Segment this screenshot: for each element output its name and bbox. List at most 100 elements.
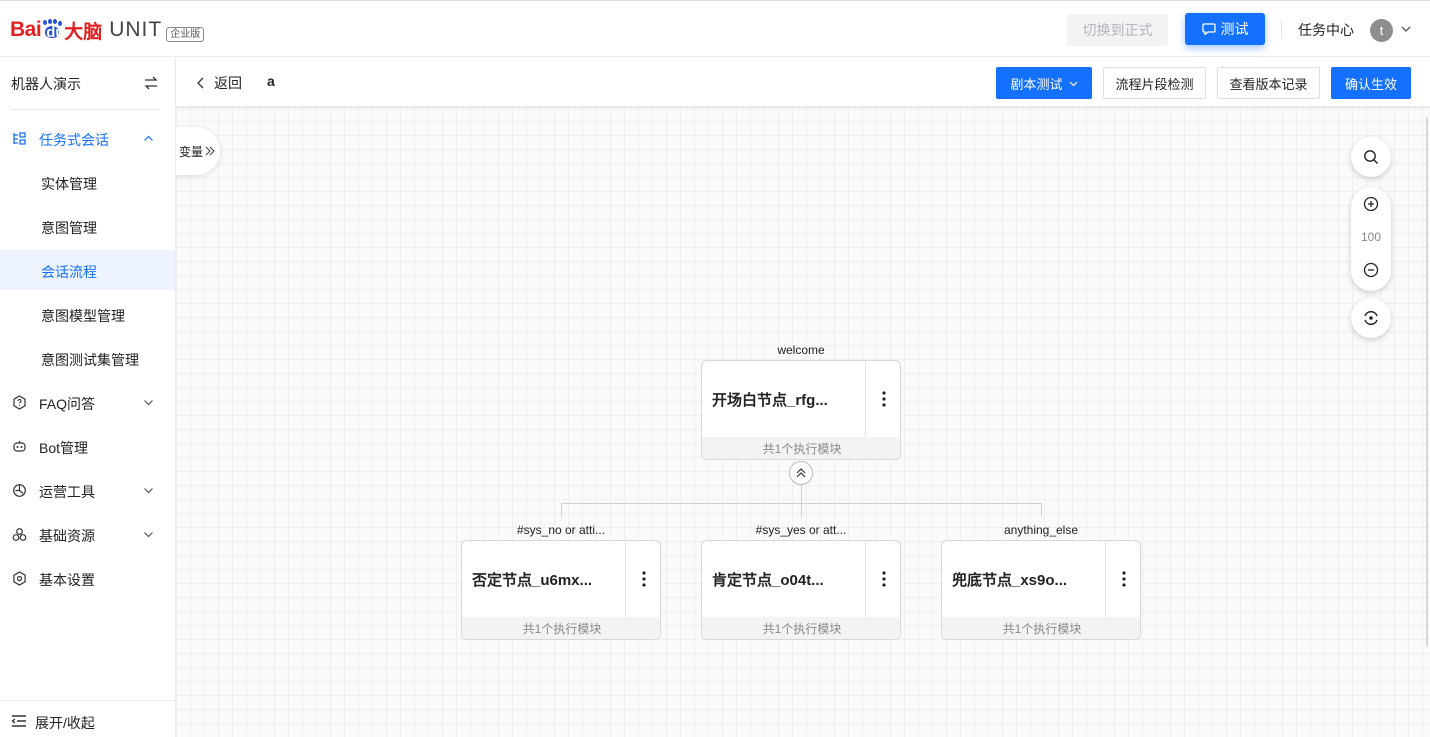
flow-node-positive[interactable]: 肯定节点_o04t... 共1个执行模块 xyxy=(701,540,901,640)
zoom-out-icon[interactable] xyxy=(1363,262,1379,278)
zoom-level: 100 xyxy=(1360,230,1382,244)
reset-view-button[interactable] xyxy=(1351,298,1391,338)
sidebar-item-intent-testset[interactable]: 意图测试集管理 xyxy=(0,338,175,378)
connector-line xyxy=(1041,503,1042,517)
node-footer: 共1个执行模块 xyxy=(942,617,1140,639)
sidebar-item-label: 任务式会话 xyxy=(39,132,109,148)
sidebar-item-label: 基础资源 xyxy=(39,528,95,544)
sidebar-item-settings[interactable]: 基本设置 xyxy=(0,558,175,598)
logo-unit-text: UNIT xyxy=(109,18,163,41)
sidebar-item-operations[interactable]: 运营工具 xyxy=(0,470,175,510)
flow-toolbar: 返回 a 剧本测试 流程片段检测 查看版本记录 确认生效 xyxy=(176,57,1430,107)
sidebar-item-label: FAQ问答 xyxy=(39,396,96,412)
swap-arrows-icon[interactable] xyxy=(144,76,158,90)
script-test-label: 剧本测试 xyxy=(1010,76,1063,92)
node-title: 开场白节点_rfg... xyxy=(712,392,828,409)
settings-icon xyxy=(13,571,26,586)
connector-line xyxy=(801,503,802,517)
node-more-button[interactable] xyxy=(867,361,900,437)
flow-tree-icon xyxy=(13,132,26,145)
sidebar-item-faq[interactable]: FAQ问答 xyxy=(0,382,175,422)
sidebar-collapse-toggle[interactable]: 展开/收起 xyxy=(0,700,175,737)
confirm-apply-button[interactable]: 确认生效 xyxy=(1331,67,1411,99)
sidebar-item-label: 意图管理 xyxy=(41,220,97,236)
switch-to-production-button[interactable]: 切换到正式 xyxy=(1067,14,1168,46)
more-vertical-icon xyxy=(882,391,886,407)
header-divider xyxy=(1281,21,1282,39)
test-button[interactable]: 测试 xyxy=(1185,13,1265,45)
sidebar-item-bot[interactable]: Bot管理 xyxy=(0,426,175,466)
top-header: Bai du 大脑 UNIT 企业版 切换到正式 测试 任务中心 t xyxy=(0,0,1430,57)
double-chevron-right-icon xyxy=(205,146,215,156)
node-title: 否定节点_u6mx... xyxy=(472,572,593,589)
task-center-link[interactable]: 任务中心 xyxy=(1298,20,1354,40)
variables-panel-tab[interactable]: 变量 xyxy=(176,127,220,175)
collapse-children-button[interactable] xyxy=(789,461,813,485)
node-body[interactable]: 开场白节点_rfg... xyxy=(702,361,866,437)
back-label: 返回 xyxy=(214,75,242,91)
node-footer: 共1个执行模块 xyxy=(702,617,900,639)
chevron-down-icon xyxy=(144,532,153,538)
sidebar: 机器人演示 任务式会话 实体管理 意图管理 会话流程 意图模型管理 意图测试集管… xyxy=(0,57,176,737)
sidebar-item-intent[interactable]: 意图管理 xyxy=(0,206,175,246)
chevron-up-icon xyxy=(144,135,153,141)
sidebar-item-entity[interactable]: 实体管理 xyxy=(0,162,175,202)
node-body[interactable]: 否定节点_u6mx... xyxy=(462,541,626,617)
more-vertical-icon xyxy=(882,571,886,587)
faq-hex-icon xyxy=(13,395,26,410)
flow-node-negative[interactable]: 否定节点_u6mx... 共1个执行模块 xyxy=(461,540,661,640)
flow-node-fallback[interactable]: 兜底节点_xs9o... 共1个执行模块 xyxy=(941,540,1141,640)
script-test-dropdown[interactable]: 剧本测试 xyxy=(996,67,1092,99)
node-body[interactable]: 肯定节点_o04t... xyxy=(702,541,866,617)
robot-selector[interactable]: 机器人演示 xyxy=(0,57,175,109)
edition-badge: 企业版 xyxy=(166,26,205,42)
chevron-down-icon xyxy=(144,400,153,406)
sidebar-item-resources[interactable]: 基础资源 xyxy=(0,514,175,554)
chat-bubble-icon xyxy=(1201,23,1216,35)
segment-check-button[interactable]: 流程片段检测 xyxy=(1103,67,1206,99)
node-body[interactable]: 兜底节点_xs9o... xyxy=(942,541,1106,617)
more-vertical-icon xyxy=(1122,571,1126,587)
sidebar-item-intent-model[interactable]: 意图模型管理 xyxy=(0,294,175,334)
zoom-control: 100 xyxy=(1351,187,1391,291)
logo-danao-text: 大脑 xyxy=(64,21,103,43)
sidebar-divider xyxy=(11,109,159,110)
sidebar-item-label: Bot管理 xyxy=(39,440,89,456)
node-condition-label: #sys_yes or att... xyxy=(755,523,847,537)
connector-line xyxy=(801,483,802,503)
menu-fold-icon xyxy=(11,715,26,727)
version-history-button[interactable]: 查看版本记录 xyxy=(1217,67,1320,99)
flow-canvas[interactable]: 变量 100 welcome 开场白节点_rfg... 共1个执行模块 #sys… xyxy=(176,107,1430,737)
chevron-down-icon xyxy=(1069,81,1077,86)
recenter-icon xyxy=(1364,310,1378,326)
node-footer: 共1个执行模块 xyxy=(702,437,900,459)
logo-bai-text: Bai xyxy=(10,18,42,41)
sidebar-item-label: 实体管理 xyxy=(41,176,97,192)
sidebar-item-label: 基本设置 xyxy=(39,572,95,588)
canvas-scrollbar[interactable] xyxy=(1426,117,1428,647)
double-chevron-up-icon xyxy=(796,468,806,478)
zoom-in-icon[interactable] xyxy=(1363,196,1379,212)
variables-label: 变量 xyxy=(179,144,204,159)
node-condition-label: #sys_no or atti... xyxy=(516,523,606,537)
more-vertical-icon xyxy=(642,571,646,587)
connector-line xyxy=(561,503,562,517)
sidebar-item-dialog-flow[interactable]: 会话流程 xyxy=(0,250,175,290)
brand-logo[interactable]: Bai du 大脑 UNIT 企业版 xyxy=(10,15,205,45)
chevron-down-icon[interactable] xyxy=(1400,23,1412,35)
search-button[interactable] xyxy=(1351,137,1391,177)
flow-node-welcome[interactable]: 开场白节点_rfg... 共1个执行模块 xyxy=(701,360,901,460)
robot-name: 机器人演示 xyxy=(11,76,81,92)
node-more-button[interactable] xyxy=(867,541,900,617)
flow-name: a xyxy=(267,73,275,89)
node-more-button[interactable] xyxy=(1107,541,1140,617)
search-icon xyxy=(1364,150,1378,164)
back-button[interactable]: 返回 xyxy=(196,73,242,93)
user-avatar[interactable]: t xyxy=(1370,19,1393,42)
chevron-down-icon xyxy=(144,488,153,494)
sidebar-item-task-dialog[interactable]: 任务式会话 xyxy=(0,118,175,158)
node-more-button[interactable] xyxy=(627,541,660,617)
node-condition-label: anything_else xyxy=(1003,523,1079,537)
node-footer: 共1个执行模块 xyxy=(462,617,660,639)
test-button-label: 测试 xyxy=(1220,21,1249,37)
